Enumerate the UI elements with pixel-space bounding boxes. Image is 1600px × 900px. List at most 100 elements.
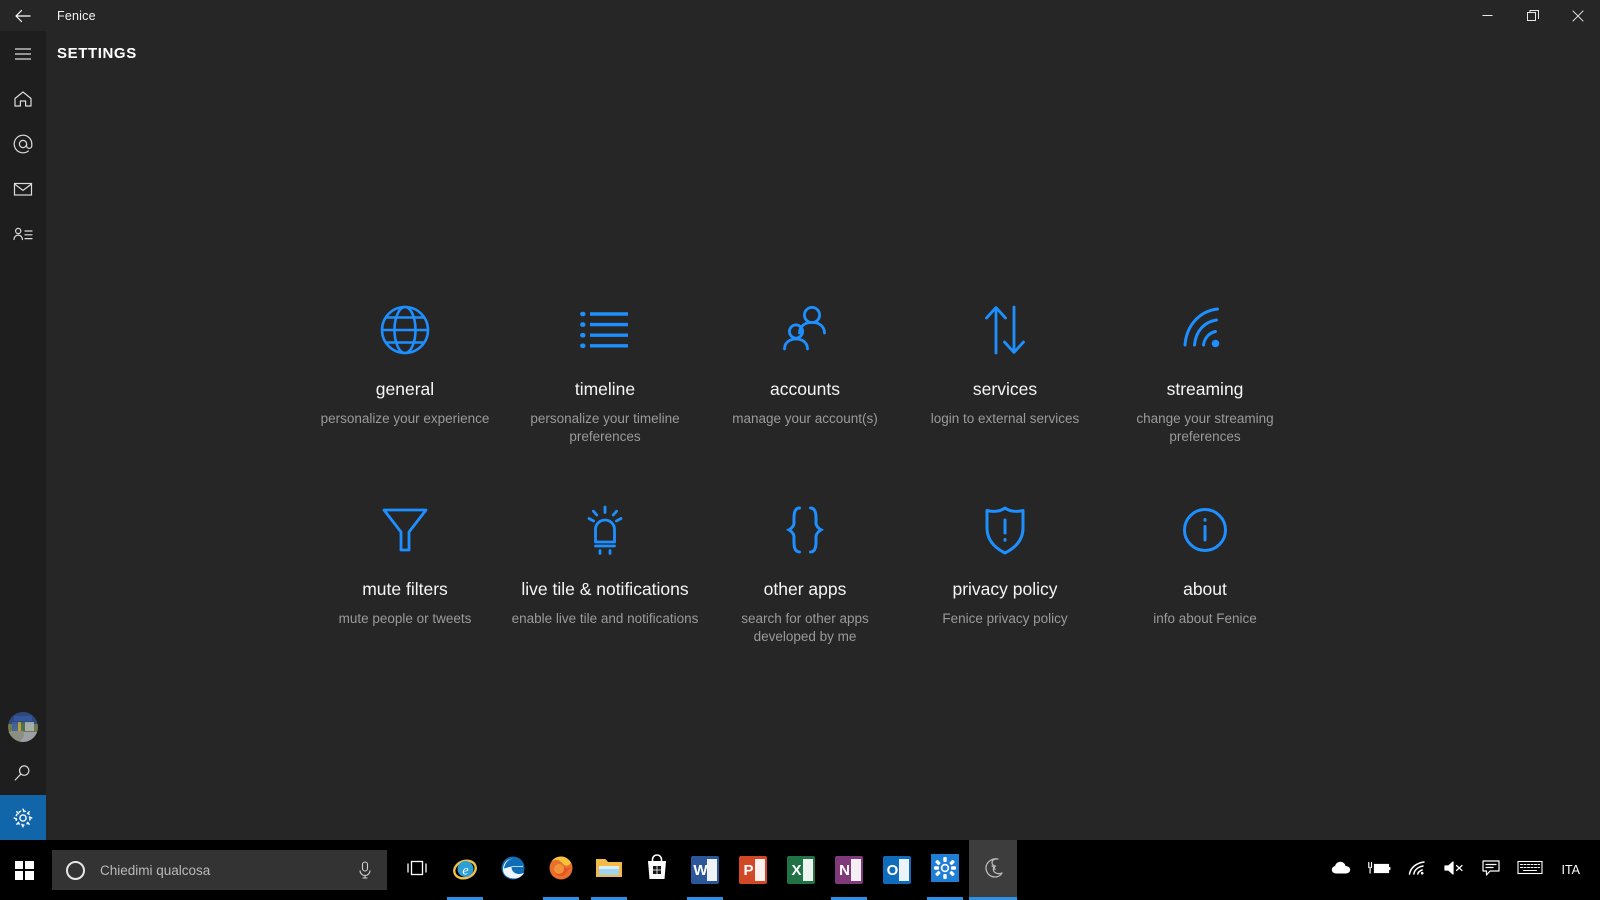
- profile-avatar[interactable]: [0, 704, 46, 750]
- sidebar-item-lists[interactable]: [0, 211, 46, 256]
- taskbar-fenice[interactable]: [969, 840, 1017, 900]
- task-view-icon: [405, 858, 429, 883]
- title-bar: Fenice: [0, 0, 1600, 31]
- funnel-icon: [305, 494, 505, 566]
- tile-description: info about Fenice: [1153, 611, 1257, 627]
- taskbar-microsoft-store[interactable]: [633, 840, 681, 900]
- rail-bottom-group: [0, 704, 46, 840]
- windows-logo-icon: [14, 860, 34, 880]
- search-icon: [12, 762, 34, 784]
- battery-charging-icon: [1367, 860, 1391, 881]
- taskbar-excel[interactable]: X: [777, 840, 825, 900]
- globe-icon: [305, 294, 505, 366]
- settings-tile-privacy-policy[interactable]: privacy policy Fenice privacy policy: [905, 488, 1105, 688]
- microphone-icon[interactable]: [357, 861, 373, 879]
- person-list-icon: [12, 223, 34, 245]
- cortana-search-box[interactable]: Chiedimi qualcosa: [52, 850, 387, 890]
- list-bullets-icon: [505, 294, 705, 366]
- arrows-updown-icon: [905, 294, 1105, 366]
- taskbar-file-explorer[interactable]: [585, 840, 633, 900]
- settings-tile-accounts[interactable]: accounts manage your account(s): [705, 288, 905, 488]
- tray-network[interactable]: [1399, 840, 1435, 900]
- wifi-icon: [1407, 860, 1427, 881]
- tray-onedrive[interactable]: [1323, 840, 1359, 900]
- store-bag-icon: [644, 853, 670, 887]
- left-navigation-rail: [0, 31, 46, 840]
- back-button[interactable]: [0, 0, 46, 31]
- settings-tile-mute-filters[interactable]: mute filters mute people or tweets: [305, 488, 505, 688]
- settings-tile-about[interactable]: about info about Fenice: [1105, 488, 1305, 688]
- tile-label: about: [1183, 579, 1227, 599]
- powerpoint-icon: P: [739, 856, 767, 884]
- gear-icon: [11, 806, 35, 830]
- taskbar-internet-explorer[interactable]: e: [441, 840, 489, 900]
- tray-language[interactable]: ITA: [1551, 863, 1590, 877]
- settings-gear-icon: [930, 853, 960, 888]
- settings-tile-timeline[interactable]: timeline personalize your timeline prefe…: [505, 288, 705, 488]
- page-header: SETTINGS: [46, 31, 1600, 75]
- taskbar-firefox[interactable]: [537, 840, 585, 900]
- tile-description: login to external services: [930, 411, 1080, 427]
- tile-description: change your streaming preferences: [1136, 411, 1274, 445]
- tile-description: Fenice privacy policy: [942, 611, 1068, 627]
- chat-bubble-icon: [1481, 859, 1501, 882]
- search-input[interactable]: Chiedimi qualcosa: [100, 863, 357, 878]
- settings-tile-live-tile-notifications[interactable]: live tile & notifications enable live ti…: [505, 488, 705, 688]
- tile-label: streaming: [1166, 379, 1244, 399]
- tray-touch-keyboard[interactable]: [1509, 840, 1551, 900]
- app-window: Fenice SETTINGS general personalize your…: [0, 0, 1600, 900]
- sidebar-item-mentions[interactable]: [0, 121, 46, 166]
- start-button[interactable]: [0, 840, 48, 900]
- cloud-icon: [1331, 860, 1351, 881]
- settings-tile-streaming[interactable]: streaming change your streaming preferen…: [1105, 288, 1305, 488]
- info-circle-icon: [1105, 494, 1305, 566]
- tile-description: enable live tile and notifications: [511, 611, 699, 627]
- tile-description: manage your account(s): [732, 411, 878, 427]
- tile-description: personalize your experience: [320, 411, 490, 427]
- taskbar-outlook[interactable]: O: [873, 840, 921, 900]
- hamburger-menu-icon: [12, 43, 34, 65]
- close-button[interactable]: [1555, 0, 1600, 31]
- firefox-icon: [546, 853, 576, 888]
- sidebar-item-home[interactable]: [0, 76, 46, 121]
- speaker-muted-icon: [1443, 860, 1465, 881]
- minimize-button[interactable]: [1465, 0, 1510, 31]
- taskbar-powerpoint[interactable]: P: [729, 840, 777, 900]
- internet-explorer-icon: e: [450, 853, 480, 888]
- system-tray: ITA: [1323, 840, 1600, 900]
- sidebar-item-messages[interactable]: [0, 166, 46, 211]
- tray-volume[interactable]: [1435, 840, 1473, 900]
- shield-alert-icon: [905, 494, 1105, 566]
- taskbar-microsoft-edge[interactable]: [489, 840, 537, 900]
- tray-action-center[interactable]: [1473, 840, 1509, 900]
- sidebar-item-settings[interactable]: [0, 795, 46, 840]
- home-icon: [12, 88, 34, 110]
- windows-taskbar: Chiedimi qualcosa e W P X N O ITA: [0, 840, 1600, 900]
- tile-description: mute people or tweets: [338, 611, 472, 627]
- taskbar-windows-settings[interactable]: [921, 840, 969, 900]
- tile-label: privacy policy: [952, 579, 1058, 599]
- restore-button[interactable]: [1510, 0, 1555, 31]
- taskbar-app-buttons: e W P X N O: [393, 840, 1017, 900]
- app-title: Fenice: [57, 8, 96, 23]
- sidebar-item-search[interactable]: [0, 750, 46, 795]
- settings-tile-general[interactable]: general personalize your experience: [305, 288, 505, 488]
- taskbar-task-view[interactable]: [393, 840, 441, 900]
- keyboard-icon: [1517, 859, 1544, 881]
- settings-tile-services[interactable]: services login to external services: [905, 288, 1105, 488]
- sidebar-item-menu[interactable]: [0, 31, 46, 76]
- tile-label: timeline: [574, 379, 636, 399]
- at-mentions-icon: [12, 133, 34, 155]
- window-controls: [1465, 0, 1600, 31]
- taskbar-word[interactable]: W: [681, 840, 729, 900]
- tray-battery[interactable]: [1359, 840, 1399, 900]
- wifi-signal-icon: [1105, 294, 1305, 366]
- onenote-icon: N: [835, 856, 863, 884]
- edge-icon: [498, 853, 528, 888]
- svg-text:e: e: [462, 863, 468, 878]
- tile-label: general: [375, 379, 435, 399]
- tile-label: mute filters: [362, 579, 448, 599]
- taskbar-onenote[interactable]: N: [825, 840, 873, 900]
- settings-tile-other-apps[interactable]: other apps search for other apps develop…: [705, 488, 905, 688]
- settings-tile-grid: general personalize your experience time…: [305, 288, 1505, 688]
